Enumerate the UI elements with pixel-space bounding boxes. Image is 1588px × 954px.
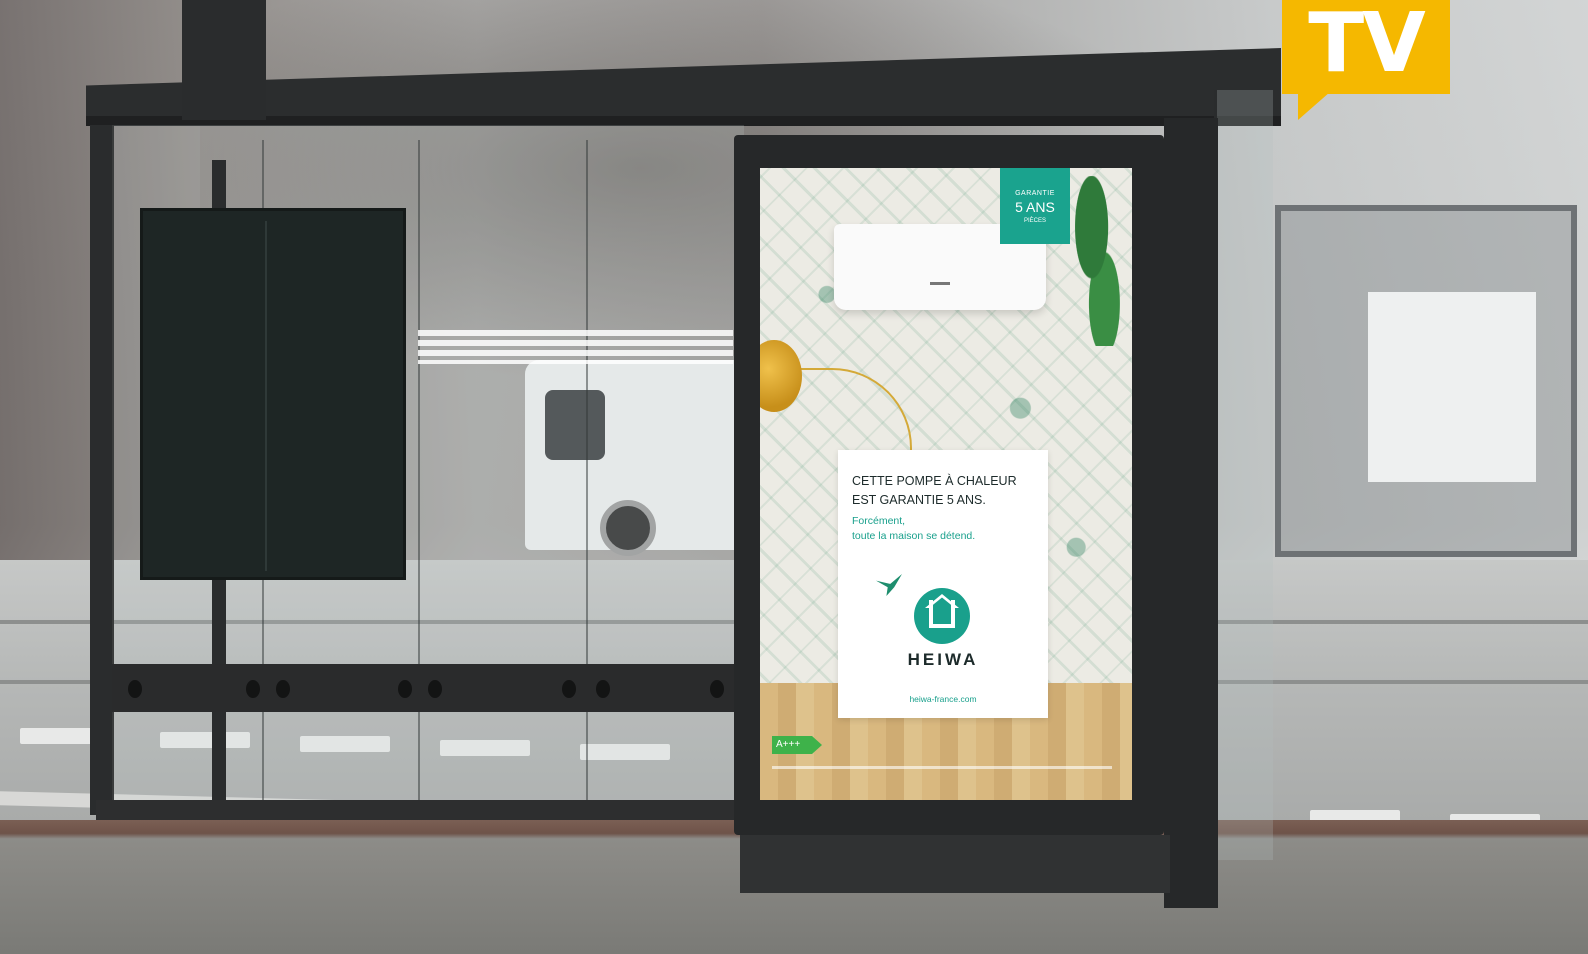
brand-name: HEIWA [907,650,979,669]
notice-board [140,208,406,580]
shelter-post-left [90,125,114,815]
fine-print [772,766,1112,769]
badge-main-text: 5 ANS [1015,199,1055,215]
glass-divider [418,140,420,820]
ac-logo [930,282,950,285]
tagline-line-1: Forcément, [852,515,906,527]
heiwa-advertisement-poster: GARANTIE 5 ANS PIÈCES CETTE POMPE À CHAL… [760,168,1132,800]
rail-bolt [246,680,260,698]
rail-bolt [596,680,610,698]
rail-bolt [128,680,142,698]
tagline-line-2: toute la maison se détend. [852,530,976,542]
message-card: CETTE POMPE À CHALEUR EST GARANTIE 5 ANS… [838,450,1048,718]
tv-badge: TV [1282,0,1450,94]
rail-bolt [276,680,290,698]
headline-line-1: CETTE POMPE À CHALEUR [852,474,1017,488]
house-icon [929,600,955,628]
lamp-wire [800,368,912,460]
brand-url: heiwa-france.com [909,694,977,704]
rail-bolt [428,680,442,698]
warranty-badge: GARANTIE 5 ANS PIÈCES [1000,168,1070,244]
ad-case-base [740,835,1170,893]
rail-bolt [398,680,412,698]
roof-support-post [182,0,266,120]
plant-leaves [1066,176,1130,346]
notice-board-divider [265,221,267,571]
tv-badge-label: TV [1308,0,1425,91]
heiwa-logo-icon [914,588,970,644]
hummingbird-icon [876,574,902,596]
rail-bolt [562,680,576,698]
lean-rail [112,664,742,712]
background-poster [1368,292,1536,482]
gold-lamp [760,340,802,412]
badge-top-text: GARANTIE [1015,190,1055,197]
glass-safety-stripes [418,330,733,364]
headline-line-2: EST GARANTIE 5 ANS. [852,493,986,507]
energy-class-label: A+++ [772,736,822,754]
shelter-base [96,800,744,820]
poster-tagline: Forcément, toute la maison se détend. [852,514,1042,544]
side-glass-panel [1214,90,1273,860]
glass-divider [586,140,588,820]
poster-headline: CETTE POMPE À CHALEUR EST GARANTIE 5 ANS… [852,472,1042,510]
ad-case-side [1164,118,1218,908]
badge-bottom-text: PIÈCES [1023,218,1046,224]
bus-shelter-scene: GARANTIE 5 ANS PIÈCES CETTE POMPE À CHAL… [0,0,1588,954]
rail-bolt [710,680,724,698]
